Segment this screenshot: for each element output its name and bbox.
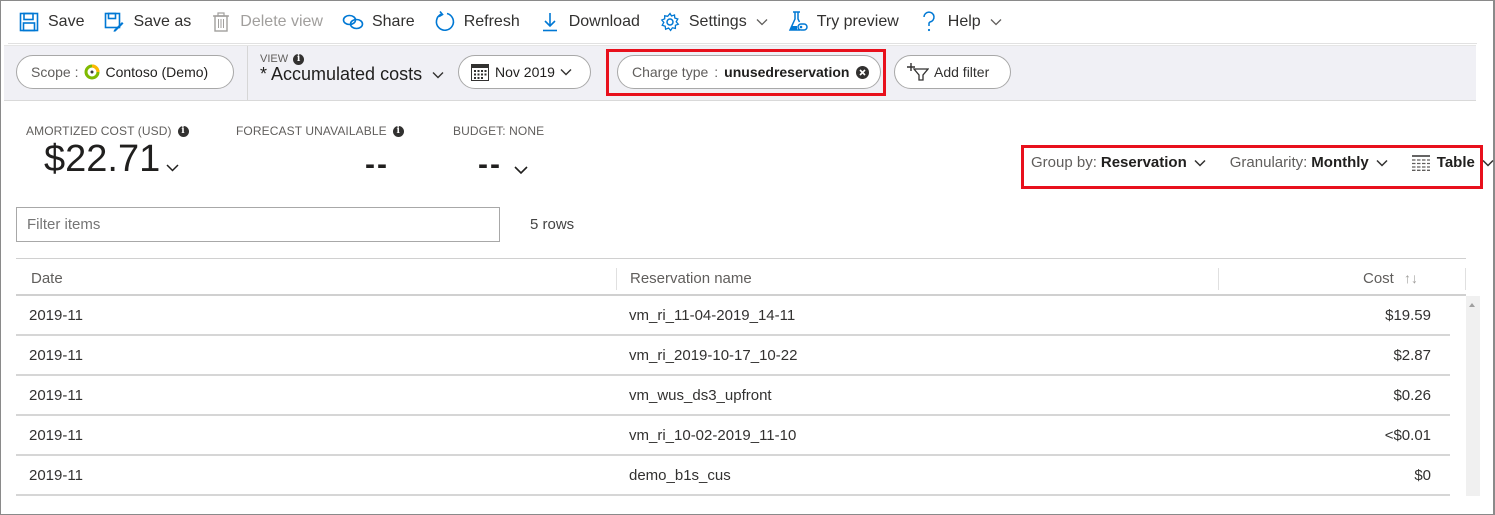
chevron-down-icon bbox=[1482, 159, 1494, 167]
trash-icon bbox=[210, 11, 232, 33]
vertical-scrollbar[interactable] bbox=[1466, 296, 1480, 496]
row-count: 5 rows bbox=[530, 216, 575, 233]
forecast-value: -- bbox=[365, 148, 389, 181]
toolbar-divider bbox=[8, 43, 1477, 44]
save-icon bbox=[18, 11, 40, 33]
chevron-down-icon bbox=[756, 18, 768, 26]
column-header-cost[interactable]: Cost ↑↓ bbox=[1363, 270, 1418, 287]
share-label: Share bbox=[371, 13, 415, 30]
column-header-reservation-name[interactable]: Reservation name bbox=[630, 270, 752, 287]
cell-cost: $19.59 bbox=[1385, 307, 1431, 324]
column-header-date[interactable]: Date bbox=[31, 270, 63, 287]
help-label: Help bbox=[947, 13, 981, 30]
chevron-down-icon bbox=[990, 18, 1002, 26]
amortized-cost-label: AMORTIZED COST (USD) bbox=[26, 124, 172, 138]
cell-date: 2019-11 bbox=[29, 427, 83, 444]
add-filter-label: Add filter bbox=[934, 64, 990, 80]
flask-icon bbox=[787, 11, 809, 33]
help-button[interactable]: Help bbox=[918, 11, 1002, 33]
highlight-box bbox=[606, 49, 886, 96]
budget-kpi[interactable]: BUDGET: NONE -- bbox=[453, 124, 544, 182]
chevron-down-icon bbox=[432, 71, 444, 79]
refresh-label: Refresh bbox=[463, 13, 520, 30]
highlight-box bbox=[1021, 145, 1483, 189]
scope-label: Scope : bbox=[31, 64, 79, 80]
scroll-up-icon[interactable] bbox=[1469, 303, 1475, 307]
gear-icon bbox=[659, 11, 681, 33]
download-label: Download bbox=[568, 13, 640, 30]
table-row[interactable]: 2019-11 vm_ri_11-04-2019_14-11 $19.59 bbox=[16, 296, 1450, 336]
date-value: Nov 2019 bbox=[495, 64, 555, 80]
refresh-button[interactable]: Refresh bbox=[434, 11, 520, 33]
cell-reservation-name: vm_ri_11-04-2019_14-11 bbox=[629, 307, 796, 324]
info-icon[interactable]: i bbox=[177, 125, 189, 137]
share-button[interactable]: Share bbox=[342, 11, 415, 33]
settings-button[interactable]: Settings bbox=[659, 11, 768, 33]
try-preview-label: Try preview bbox=[816, 13, 899, 30]
cell-reservation-name: vm_ri_10-02-2019_11-10 bbox=[629, 427, 797, 444]
delete-view-button[interactable]: Delete view bbox=[210, 11, 323, 33]
calendar-icon bbox=[471, 63, 489, 81]
scope-icon bbox=[84, 64, 100, 80]
table-row[interactable]: 2019-11 demo_b1s_cus $0 bbox=[16, 456, 1450, 496]
info-icon[interactable]: i bbox=[293, 53, 305, 65]
refresh-icon bbox=[434, 11, 456, 33]
cell-reservation-name: vm_ri_2019-10-17_10-22 bbox=[629, 347, 798, 364]
filter-bar: Scope : Contoso (Demo) VIEW i * Accumula… bbox=[4, 45, 1476, 101]
forecast-kpi: FORECAST UNAVAILABLE i -- bbox=[236, 124, 404, 182]
save-label: Save bbox=[48, 13, 85, 30]
command-bar: Save Save as Delete view Share Refresh D… bbox=[18, 8, 1021, 36]
table-row[interactable]: 2019-11 vm_ri_2019-10-17_10-22 $2.87 bbox=[16, 336, 1450, 376]
cell-reservation-name: demo_b1s_cus bbox=[629, 467, 731, 484]
cell-reservation-name: vm_wus_ds3_upfront bbox=[629, 387, 772, 404]
table-row[interactable]: 2019-11 vm_ri_10-02-2019_11-10 <$0.01 bbox=[16, 416, 1450, 456]
scope-pill[interactable]: Scope : Contoso (Demo) bbox=[16, 55, 234, 89]
link-icon bbox=[342, 11, 364, 33]
table-body: 2019-11 vm_ri_11-04-2019_14-11 $19.59 20… bbox=[16, 296, 1466, 496]
column-separator[interactable] bbox=[1465, 268, 1466, 290]
table-header: Date Reservation name Cost ↑↓ bbox=[16, 258, 1466, 296]
info-icon[interactable]: i bbox=[392, 125, 404, 137]
cell-date: 2019-11 bbox=[29, 387, 83, 404]
table-row[interactable]: 2019-11 vm_wus_ds3_upfront $0.26 bbox=[16, 376, 1450, 416]
chevron-down-icon bbox=[166, 164, 179, 172]
cell-cost: $0.26 bbox=[1393, 387, 1431, 404]
filter-items-input[interactable] bbox=[16, 207, 500, 242]
filterbar-separator bbox=[247, 46, 248, 100]
amortized-cost-kpi[interactable]: AMORTIZED COST (USD) i $22.71 bbox=[26, 124, 189, 181]
cell-cost: $2.87 bbox=[1393, 347, 1431, 364]
chevron-down-icon bbox=[560, 68, 572, 76]
chevron-down-icon bbox=[514, 166, 528, 175]
sort-icon[interactable]: ↑↓ bbox=[1404, 270, 1418, 286]
add-filter-icon bbox=[907, 62, 929, 82]
save-button[interactable]: Save bbox=[18, 11, 84, 33]
cell-date: 2019-11 bbox=[29, 467, 83, 484]
cost-header-label: Cost bbox=[1363, 270, 1394, 287]
view-selector[interactable]: VIEW i * Accumulated costs bbox=[260, 53, 444, 85]
cost-table: Date Reservation name Cost ↑↓ 2019-11 vm… bbox=[16, 258, 1480, 496]
budget-label: BUDGET: NONE bbox=[453, 124, 545, 138]
column-separator[interactable] bbox=[616, 268, 617, 290]
delete-view-label: Delete view bbox=[240, 13, 323, 30]
view-value: * Accumulated costs bbox=[260, 64, 423, 84]
download-button[interactable]: Download bbox=[539, 11, 640, 33]
save-as-icon bbox=[103, 11, 125, 33]
cell-date: 2019-11 bbox=[29, 307, 83, 324]
cell-date: 2019-11 bbox=[29, 347, 83, 364]
amortized-cost-value: $22.71 bbox=[44, 138, 161, 180]
add-filter-button[interactable]: Add filter bbox=[894, 55, 1011, 89]
cell-cost: $0 bbox=[1414, 467, 1431, 484]
question-icon bbox=[918, 11, 940, 33]
column-separator[interactable] bbox=[1218, 268, 1219, 290]
download-icon bbox=[539, 11, 561, 33]
try-preview-button[interactable]: Try preview bbox=[787, 11, 899, 33]
budget-value: -- bbox=[478, 148, 502, 181]
cell-cost: <$0.01 bbox=[1384, 427, 1431, 444]
settings-label: Settings bbox=[688, 13, 747, 30]
forecast-label: FORECAST UNAVAILABLE bbox=[236, 124, 387, 138]
save-as-button[interactable]: Save as bbox=[103, 11, 191, 33]
scope-value: Contoso (Demo) bbox=[105, 64, 209, 80]
date-picker[interactable]: Nov 2019 bbox=[458, 55, 591, 89]
save-as-label: Save as bbox=[133, 13, 192, 30]
